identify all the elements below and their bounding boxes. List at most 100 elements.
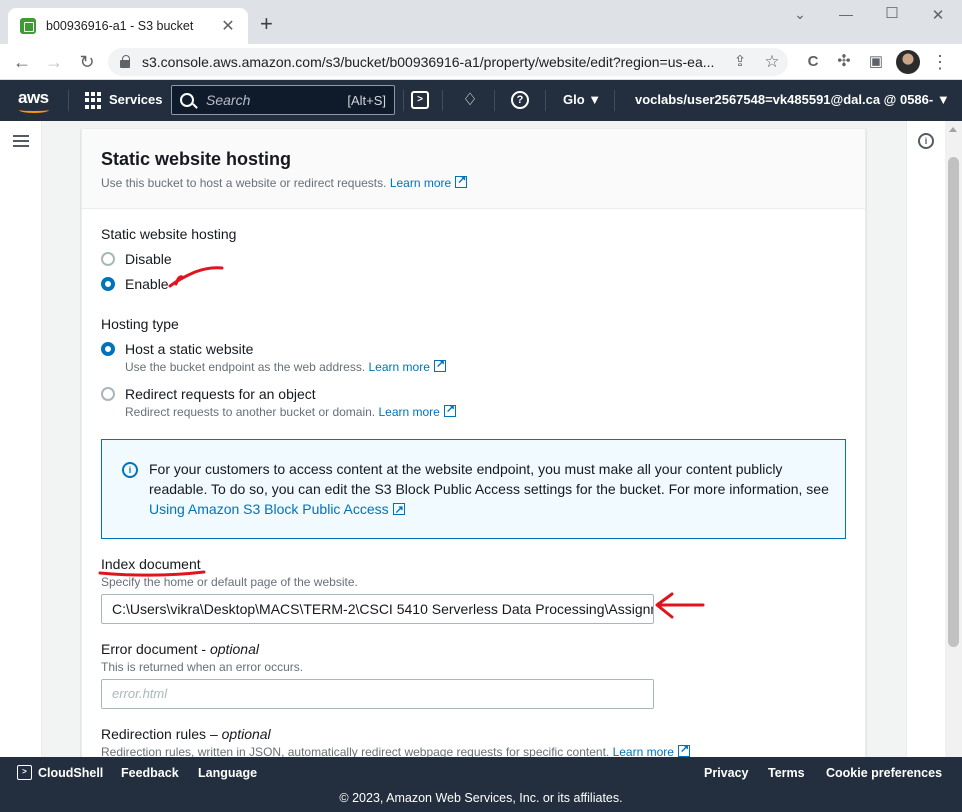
radio-description: Use the bucket endpoint as the web addre… — [125, 357, 446, 374]
copyright-text: © 2023, Amazon Web Services, Inc. or its… — [339, 791, 623, 805]
side-panel-icon[interactable]: ▣ — [864, 50, 888, 74]
services-grid-icon[interactable] — [85, 92, 102, 109]
help-icon[interactable]: ? — [511, 91, 529, 109]
learn-more-link[interactable]: Learn more — [369, 360, 430, 374]
aws-logo-smile — [19, 107, 49, 113]
forward-icon[interactable]: → — [42, 50, 66, 74]
cloudshell-icon[interactable]: > — [17, 765, 32, 780]
account-label: voclabs/user2567548=vk485591@dal.ca @ 05… — [635, 92, 934, 107]
left-nav-rail — [0, 121, 42, 757]
block-public-access-link[interactable]: Using Amazon S3 Block Public Access — [149, 501, 389, 517]
feedback-link[interactable]: Feedback — [121, 766, 179, 780]
new-tab-icon[interactable]: + — [260, 12, 273, 36]
scrollbar-thumb[interactable] — [948, 157, 959, 647]
region-label: Glo — [563, 92, 585, 107]
error-document-label: Error document - optional — [101, 641, 259, 657]
tab-search-icon[interactable]: ⌄ — [790, 6, 810, 23]
radio-label: Enable — [125, 276, 169, 292]
radio-enable[interactable]: Enable — [101, 276, 169, 292]
alert-text: For your customers to access content at … — [149, 459, 829, 520]
redirection-rules-label: Redirection rules – optional — [101, 726, 271, 742]
extensions-puzzle-icon[interactable]: ✣ — [832, 50, 856, 74]
hamburger-menu-icon[interactable] — [13, 135, 29, 147]
url-text: s3.console.aws.amazon.com/s3/bucket/b009… — [142, 54, 715, 70]
info-icon: i — [122, 462, 138, 478]
error-document-description: This is returned when an error occurs. — [101, 660, 304, 674]
radio-disable[interactable]: Disable — [101, 251, 172, 267]
info-alert: i For your customers to access content a… — [101, 439, 846, 539]
profile-avatar[interactable] — [896, 50, 920, 74]
radio-label: Redirect requests for an object — [125, 386, 316, 402]
radio-label: Disable — [125, 251, 172, 267]
minimize-icon[interactable]: — — [836, 6, 856, 22]
services-menu[interactable]: Services — [109, 92, 163, 107]
aws-logo[interactable]: aws — [18, 88, 49, 108]
redirection-rules-label-text: Redirection rules – — [101, 726, 222, 742]
aws-top-nav: aws Services Search [Alt+S] > ♢ ? Glo ▼ … — [0, 80, 962, 121]
privacy-link[interactable]: Privacy — [704, 766, 748, 780]
address-bar[interactable]: s3.console.aws.amazon.com/s3/bucket/b009… — [108, 48, 788, 76]
divider — [545, 90, 546, 111]
radio-redirect-requests[interactable]: Redirect requests for an object — [101, 386, 316, 402]
radio-description-text: Use the bucket endpoint as the web addre… — [125, 360, 366, 374]
language-link[interactable]: Language — [198, 766, 257, 780]
external-link-icon — [443, 402, 456, 417]
radio-button[interactable] — [101, 387, 115, 401]
close-tab-icon[interactable]: ✕ — [220, 16, 236, 36]
radio-description: Redirect requests to another bucket or d… — [125, 402, 456, 419]
radio-button-selected[interactable] — [101, 277, 115, 291]
close-window-icon[interactable]: ✕ — [928, 6, 948, 24]
reload-icon[interactable]: ↻ — [75, 50, 99, 74]
learn-more-link[interactable]: Learn more — [390, 176, 451, 190]
s3-favicon-icon — [20, 18, 36, 34]
external-link-icon — [433, 357, 446, 372]
static-website-hosting-panel: Static website hosting Use this bucket t… — [81, 128, 866, 768]
caret-down-icon: ▼ — [588, 92, 602, 107]
radio-button[interactable] — [101, 252, 115, 266]
search-placeholder: Search — [206, 92, 251, 108]
back-icon[interactable]: ← — [10, 50, 34, 74]
learn-more-link[interactable]: Learn more — [378, 405, 439, 419]
browser-toolbar: ← → ↻ s3.console.aws.amazon.com/s3/bucke… — [0, 44, 962, 80]
cloudshell-link[interactable]: CloudShell — [38, 766, 103, 780]
region-selector[interactable]: Glo ▼ — [563, 92, 601, 107]
account-menu[interactable]: voclabs/user2567548=vk485591@dal.ca @ 05… — [635, 92, 950, 107]
external-link-icon — [677, 742, 690, 757]
divider — [494, 90, 495, 111]
cookie-preferences-link[interactable]: Cookie preferences — [826, 766, 942, 780]
info-panel-icon[interactable]: i — [918, 133, 934, 149]
caret-down-icon: ▼ — [936, 92, 950, 107]
hosting-label: Static website hosting — [101, 226, 237, 242]
share-icon[interactable]: ⇪ — [728, 50, 752, 74]
console-search-input[interactable]: Search [Alt+S] — [171, 85, 395, 115]
radio-host-static-website[interactable]: Host a static website — [101, 341, 253, 357]
panel-description-text: Use this bucket to host a website or red… — [101, 176, 387, 190]
optional-label: optional — [221, 726, 271, 742]
scroll-up-arrow-icon[interactable] — [949, 127, 957, 132]
notifications-bell-icon[interactable]: ♢ — [461, 91, 479, 109]
hosting-type-label: Hosting type — [101, 316, 179, 332]
index-document-description: Specify the home or default page of the … — [101, 575, 358, 589]
aws-footer: > CloudShell Feedback Language Privacy T… — [0, 757, 962, 812]
cloudshell-icon[interactable]: > — [411, 91, 429, 109]
panel-title: Static website hosting — [101, 149, 292, 169]
lock-icon — [120, 55, 130, 68]
browser-tabstrip: b00936916-a1 - S3 bucket ✕ + ⌄ — ☐ ✕ — [0, 0, 962, 44]
browser-tab[interactable]: b00936916-a1 - S3 bucket ✕ — [8, 8, 248, 44]
divider — [614, 90, 615, 111]
maximize-icon[interactable]: ☐ — [882, 4, 902, 22]
radio-description-text: Redirect requests to another bucket or d… — [125, 405, 376, 419]
external-link-icon — [392, 500, 405, 520]
panel-description: Use this bucket to host a website or red… — [101, 173, 468, 190]
extension-c-icon[interactable]: C — [801, 50, 825, 74]
error-document-input[interactable]: error.html — [101, 679, 654, 709]
radio-button-selected[interactable] — [101, 342, 115, 356]
index-document-input[interactable]: C:\Users\vikra\Desktop\MACS\TERM-2\CSCI … — [101, 594, 654, 624]
page-scrollbar[interactable] — [945, 121, 962, 757]
browser-menu-icon[interactable]: ⋮ — [928, 50, 952, 74]
bookmark-star-icon[interactable]: ☆ — [760, 50, 784, 74]
alert-body: For your customers to access content at … — [149, 461, 829, 497]
index-document-label: Index document — [101, 556, 201, 572]
optional-label: optional — [209, 641, 259, 657]
terms-link[interactable]: Terms — [768, 766, 805, 780]
